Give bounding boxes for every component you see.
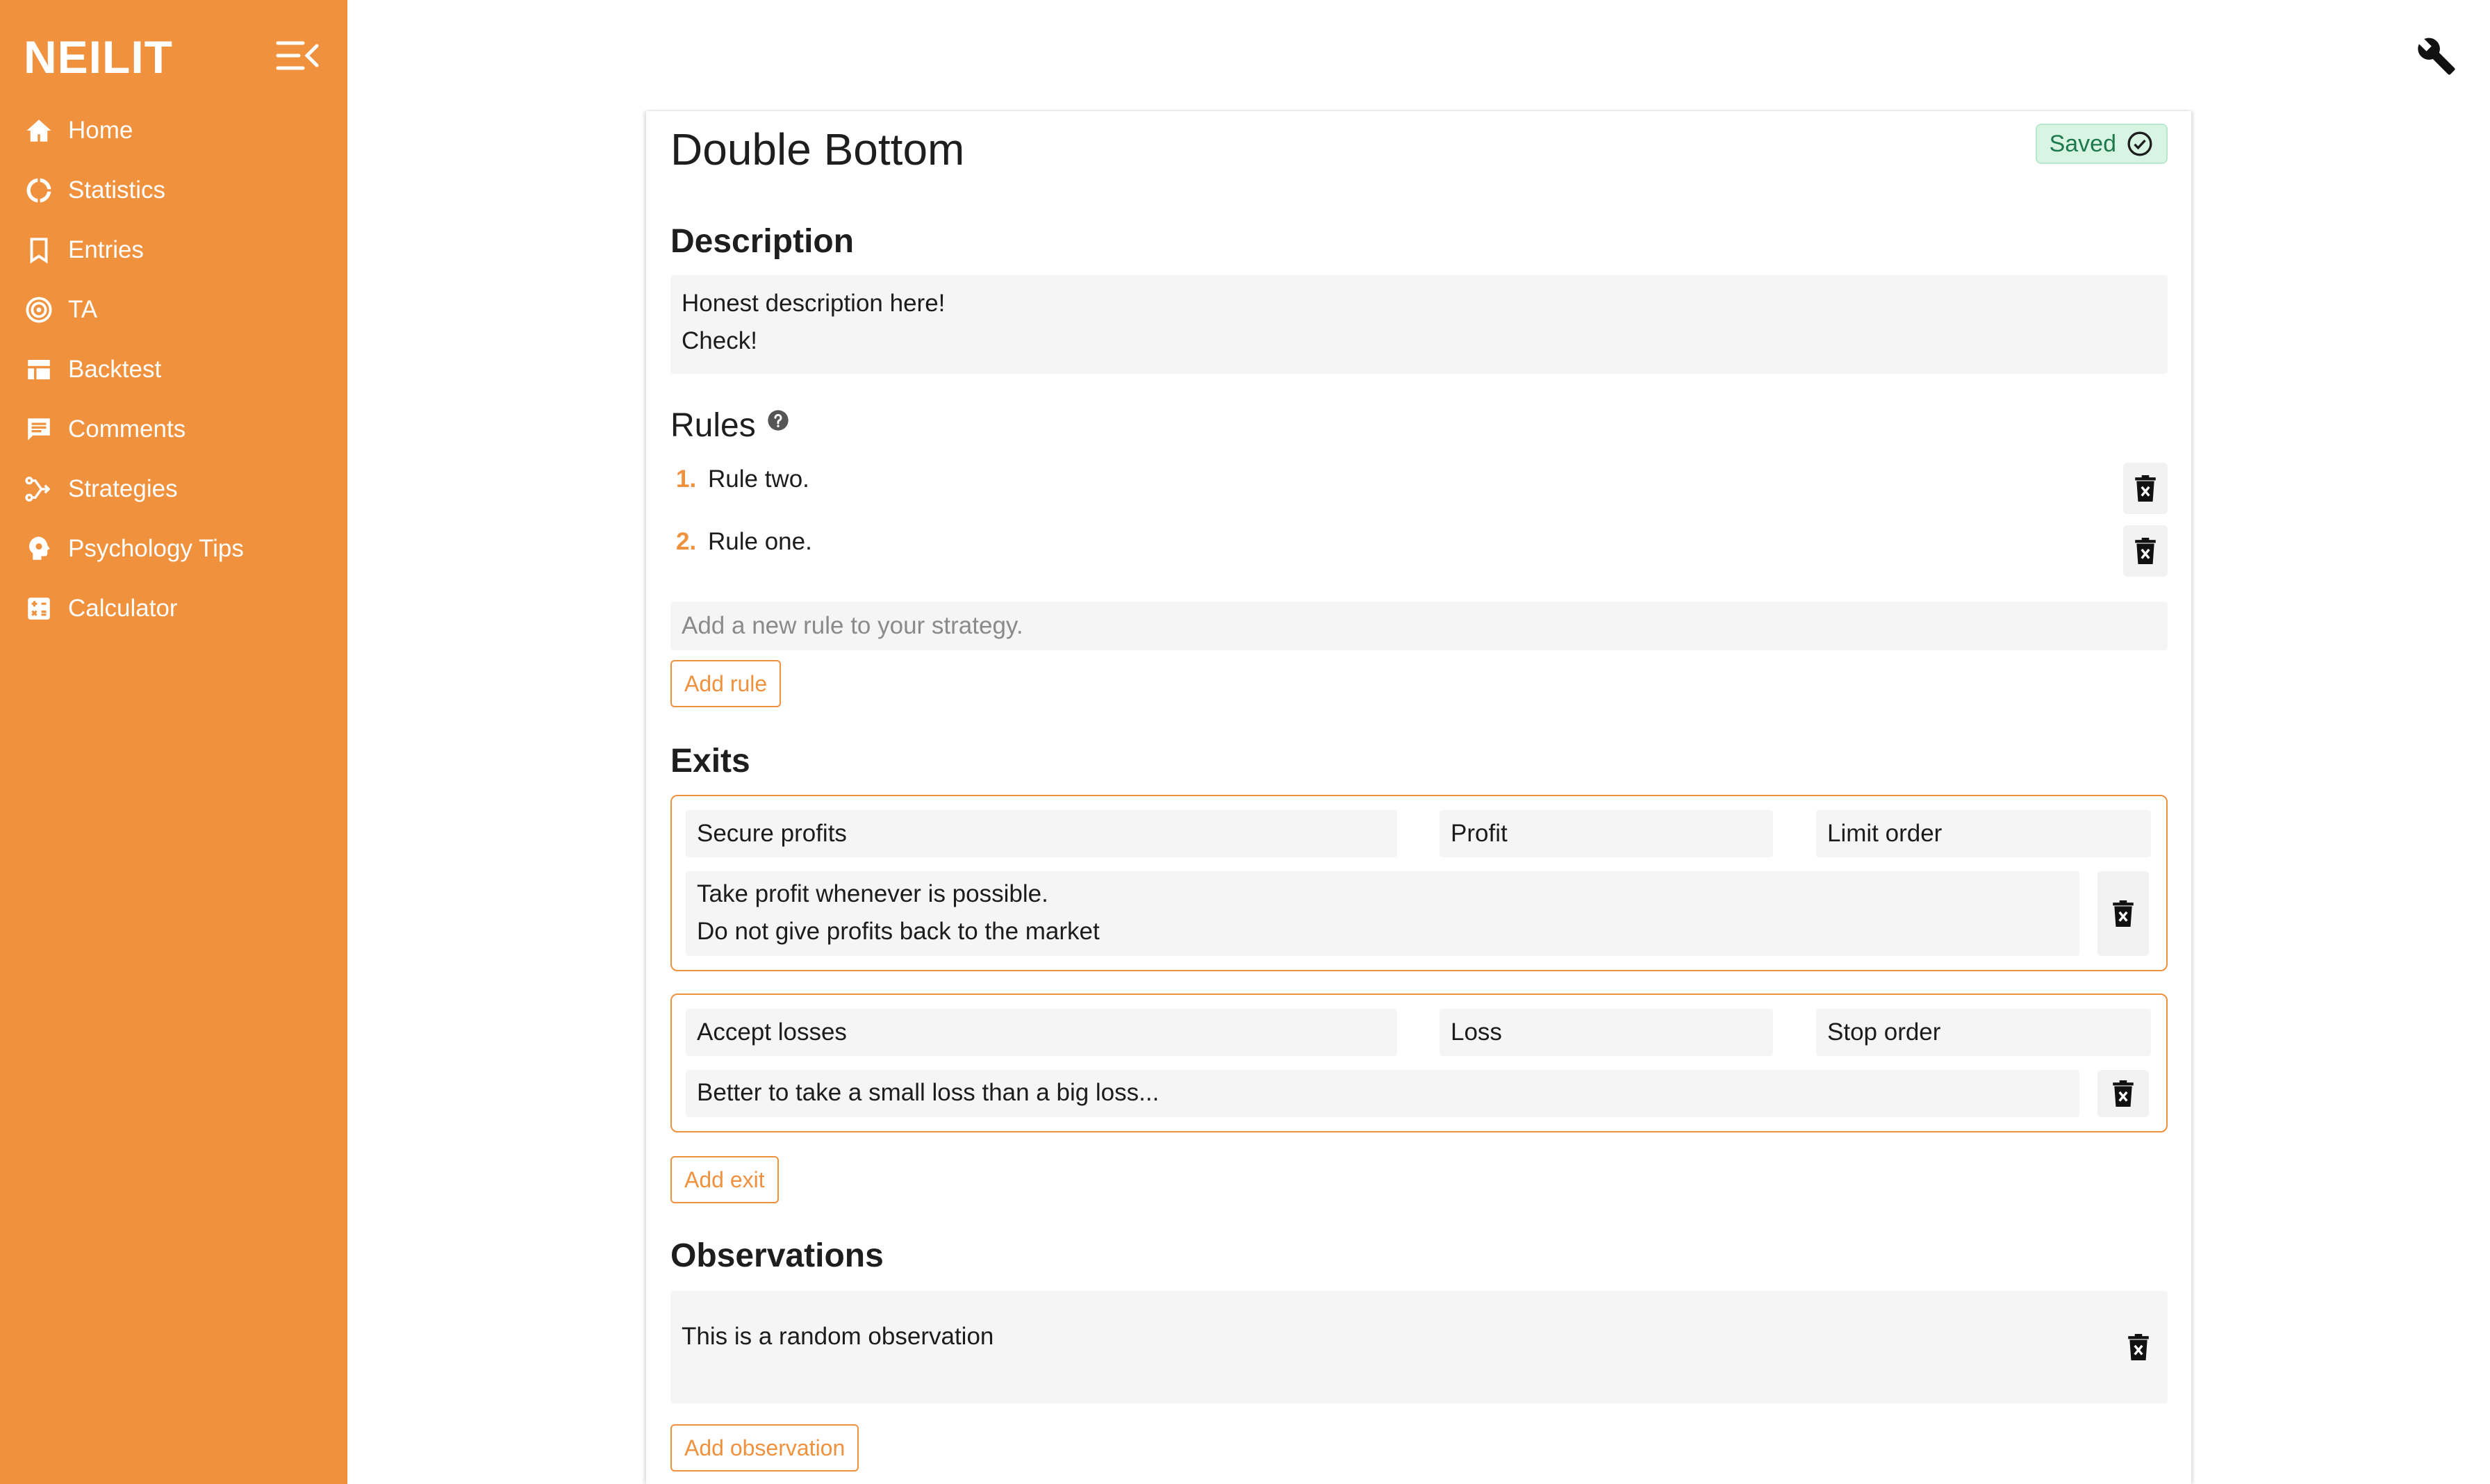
exit-card: Accept losses Loss Stop order Better to … [670,994,2168,1132]
exit-type-select[interactable]: Profit [1440,810,1773,857]
brain-icon [24,534,54,564]
sidebar-item-strategies[interactable]: Strategies [0,459,347,519]
rule-item: 2. Rule one. [670,525,2168,581]
delete-rule-button[interactable] [2123,463,2168,514]
sidebar-item-home[interactable]: Home [0,101,347,160]
table-icon [24,354,54,385]
new-rule-input[interactable]: Add a new rule to your strategy. [670,602,2168,650]
delete-observation-button[interactable] [2119,1321,2158,1373]
delete-rule-button[interactable] [2123,525,2168,577]
sidebar-item-label: Strategies [68,475,178,502]
sidebar-item-statistics[interactable]: Statistics [0,160,347,220]
sidebar-item-ta[interactable]: TA [0,280,347,340]
add-rule-button[interactable]: Add rule [670,660,782,707]
sidebar-item-label: Calculator [68,595,178,622]
sidebar: NEILIT Home Statistics Entries TA Backte… [0,0,347,1484]
trash-icon [2128,1334,2149,1360]
rule-text[interactable]: Rule one. [708,528,812,556]
add-exit-button[interactable]: Add exit [670,1156,779,1203]
exit-type-select[interactable]: Loss [1440,1009,1773,1056]
rules-heading: Rules [670,406,789,445]
exit-name-input[interactable]: Secure profits [686,810,1397,857]
calculator-icon [24,593,54,624]
sidebar-item-label: Home [68,117,133,144]
description-heading: Description [670,223,855,260]
check-circle-icon [2127,131,2152,156]
add-observation-button[interactable]: Add observation [670,1424,859,1471]
exit-card: Secure profits Profit Limit order Take p… [670,795,2168,971]
rule-number: 1. [676,465,697,493]
trash-icon [2113,1080,2134,1107]
collapse-menu-icon[interactable] [275,39,320,72]
page-title: Double Bottom [670,124,965,174]
help-icon[interactable] [767,409,789,431]
exit-description-textarea[interactable]: Take profit whenever is possible. Do not… [686,871,2079,956]
sidebar-item-psychology-tips[interactable]: Psychology Tips [0,519,347,579]
sidebar-item-label: Psychology Tips [68,535,244,562]
status-badge: Saved [2035,124,2168,164]
sidebar-item-label: Backtest [68,356,162,383]
exit-name-input[interactable]: Accept losses [686,1009,1397,1056]
home-icon [24,115,54,146]
sidebar-item-label: Entries [68,236,144,263]
sidebar-item-entries[interactable]: Entries [0,220,347,280]
delete-exit-button[interactable] [2097,871,2149,956]
comment-icon [24,414,54,445]
bookmark-icon [24,235,54,265]
rule-number: 2. [676,528,697,555]
sidebar-item-label: Comments [68,415,186,443]
observation-text[interactable]: This is a random observation [682,1323,993,1351]
sidebar-item-comments[interactable]: Comments [0,399,347,459]
exit-order-select[interactable]: Stop order [1816,1009,2151,1056]
exit-order-select[interactable]: Limit order [1816,810,2151,857]
strategy-card: Double Bottom Saved Description Honest d… [646,111,2191,1484]
status-label: Saved [2049,130,2116,157]
trash-icon [2135,475,2156,502]
exit-description-textarea[interactable]: Better to take a small loss than a big l… [686,1070,2079,1117]
exits-heading: Exits [670,743,750,780]
strategy-icon [24,474,54,504]
sidebar-item-label: Statistics [68,176,166,204]
observation-item: This is a random observation [670,1291,2168,1403]
rules-heading-label: Rules [670,407,756,444]
trash-icon [2135,538,2156,564]
target-icon [24,295,54,325]
sidebar-nav: Home Statistics Entries TA Backtest Comm [0,101,347,638]
app-logo[interactable]: NEILIT [24,31,173,83]
statistics-icon [24,175,54,206]
wrench-icon[interactable] [2416,36,2457,76]
rule-text[interactable]: Rule two. [708,465,809,493]
sidebar-item-label: TA [68,296,98,323]
sidebar-item-backtest[interactable]: Backtest [0,340,347,399]
sidebar-item-calculator[interactable]: Calculator [0,579,347,638]
description-textarea[interactable]: Honest description here! Check! [670,275,2168,374]
rule-item: 1. Rule two. [670,463,2168,518]
delete-exit-button[interactable] [2097,1070,2149,1117]
observations-heading: Observations [670,1237,884,1274]
trash-icon [2113,900,2134,927]
